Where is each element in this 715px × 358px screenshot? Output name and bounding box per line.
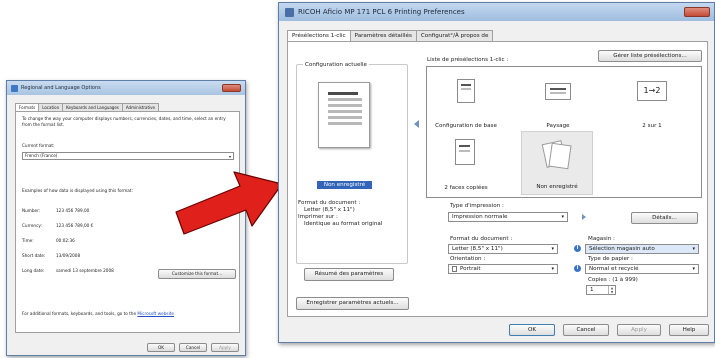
example-label: Time: xyxy=(22,238,34,243)
info-icon: i xyxy=(574,265,581,272)
additional-formats-note: For additional formats, keyboards, and t… xyxy=(22,311,236,317)
stepper-arrows-icon[interactable]: ▲ ▼ xyxy=(608,286,615,294)
play-arrow-icon xyxy=(582,214,586,220)
document-preview xyxy=(318,82,370,148)
current-format-select[interactable]: French (France) ▾ xyxy=(22,152,234,160)
document-format-value: Letter (8,5" x 11") xyxy=(452,246,503,252)
help-button[interactable]: Help xyxy=(669,324,709,336)
settings-summary-button[interactable]: Résumé des paramètres xyxy=(304,268,394,281)
preset-label: Non enregistré xyxy=(536,184,578,190)
one-click-presets-panel: Gérer liste présélections... Configurati… xyxy=(287,41,708,317)
print-type-value: Impression normale xyxy=(452,214,508,220)
left-window-title: Regional and Language Options xyxy=(21,85,101,91)
preview-line xyxy=(328,122,362,125)
copies-stepper[interactable]: 1 ▲ ▼ xyxy=(586,285,616,295)
right-close-button[interactable] xyxy=(684,7,710,17)
tray-select[interactable]: Sélection magasin auto ▾ xyxy=(585,244,699,254)
preview-line xyxy=(328,116,362,119)
chevron-down-icon: ▾ xyxy=(561,214,564,220)
preset-not-saved[interactable]: Non enregistré xyxy=(521,131,593,195)
globe-icon xyxy=(11,84,18,92)
preset-label: 2 sur 1 xyxy=(642,123,662,129)
tray-value: Sélection magasin auto xyxy=(589,246,655,252)
copies-label: Copies : (1 à 999) xyxy=(588,277,638,283)
orientation-select[interactable]: Portrait ▾ xyxy=(448,264,558,274)
portrait-icon xyxy=(452,266,457,272)
chevron-down-icon: ▾ xyxy=(692,246,695,252)
printer-icon xyxy=(285,7,294,17)
format-description: To change the way your computer displays… xyxy=(22,116,226,127)
chevron-down-icon: ▾ xyxy=(551,246,554,252)
arrow-shape xyxy=(175,171,283,235)
preview-line xyxy=(328,110,362,113)
current-format-value: French (France) xyxy=(25,153,58,158)
manage-presets-button[interactable]: Gérer liste présélections... xyxy=(598,50,702,62)
tray-label: Magasin : xyxy=(588,236,615,242)
details-button[interactable]: Détails... xyxy=(631,212,698,224)
orientation-label: Orientation : xyxy=(450,256,486,262)
chevron-down-icon: ▾ xyxy=(692,266,695,272)
customize-format-button[interactable]: Customize this format... xyxy=(158,269,236,279)
printing-preferences-window: RICOH Aficio MP 171 PCL 6 Printing Prefe… xyxy=(278,2,715,343)
example-value: samedi 13 septembre 2008 xyxy=(56,268,114,273)
paper-type-value: Normal et recyclé xyxy=(589,266,639,272)
summary-line: Identique au format original xyxy=(304,221,383,227)
one-click-presets-list: Configuration de base Paysage 1→2 2 sur … xyxy=(426,66,702,198)
left-title-bar[interactable]: Regional and Language Options xyxy=(7,81,245,95)
left-close-button[interactable] xyxy=(222,84,241,92)
right-title-bar[interactable]: RICOH Aficio MP 171 PCL 6 Printing Prefe… xyxy=(279,3,714,21)
left-ok-button[interactable]: OK xyxy=(147,343,175,352)
current-format-label: Current format: xyxy=(22,143,55,148)
document-icon xyxy=(457,79,475,103)
scroll-left-icon[interactable] xyxy=(414,120,419,128)
example-label: Long date: xyxy=(22,268,45,273)
cancel-button[interactable]: Cancel xyxy=(563,324,609,336)
left-apply-button[interactable]: Apply xyxy=(211,343,239,352)
example-value: 123 456 789,00 xyxy=(56,208,90,213)
example-label: Currency: xyxy=(22,223,42,228)
chevron-down-icon: ▾ xyxy=(551,266,554,272)
example-label: Short date: xyxy=(22,253,46,258)
preset-label: Paysage xyxy=(546,123,570,129)
left-cancel-button[interactable]: Cancel xyxy=(179,343,207,352)
duplex-icon xyxy=(455,139,475,165)
presets-list-label: Liste de présélections 1-clic : xyxy=(427,57,509,63)
preset-label: 2 faces copiées xyxy=(444,185,488,191)
print-type-label: Type d'impression : xyxy=(450,203,504,209)
additional-formats-text: For additional formats, keyboards, and t… xyxy=(22,311,137,316)
red-arrow-icon xyxy=(175,171,283,235)
unsaved-preset-icon xyxy=(548,142,572,170)
document-format-select[interactable]: Letter (8,5" x 11") ▾ xyxy=(448,244,558,254)
orientation-value: Portrait xyxy=(460,266,481,272)
apply-button[interactable]: Apply xyxy=(617,324,661,336)
save-current-settings-button[interactable]: Enregistrer paramètres actuels... xyxy=(296,297,409,310)
examples-label: Examples of how data is displayed using … xyxy=(22,188,133,193)
preview-line xyxy=(328,98,362,101)
preview-line xyxy=(328,92,358,95)
microsoft-website-link[interactable]: Microsoft website xyxy=(137,311,174,316)
copies-value: 1 xyxy=(590,287,594,293)
preset-two-up[interactable]: 1→2 2 sur 1 xyxy=(617,71,687,133)
paper-type-select[interactable]: Normal et recyclé ▾ xyxy=(585,264,699,274)
example-value: 123 456 789,00 € xyxy=(56,223,94,228)
preset-basic-configuration[interactable]: Configuration de base xyxy=(431,71,501,133)
paper-type-label: Type de papier : xyxy=(588,256,633,262)
print-type-select[interactable]: Impression normale ▾ xyxy=(448,212,568,222)
current-config-label: Configuration actuelle xyxy=(303,61,369,69)
landscape-icon xyxy=(545,83,571,100)
info-icon: i xyxy=(574,245,581,252)
preset-label: Configuration de base xyxy=(435,123,497,129)
preset-landscape[interactable]: Paysage xyxy=(523,71,593,133)
not-saved-label: Non enregistré xyxy=(317,181,372,189)
example-value: 13/09/2008 xyxy=(56,253,81,258)
document-format-label: Format du document : xyxy=(450,236,513,242)
chevron-down-icon: ▾ xyxy=(228,154,231,159)
right-window-title: RICOH Aficio MP 171 PCL 6 Printing Prefe… xyxy=(298,8,465,16)
preview-line xyxy=(328,104,362,107)
example-value: 00:02:36 xyxy=(56,238,75,243)
two-up-icon: 1→2 xyxy=(637,81,667,101)
preset-duplex-copies[interactable]: 2 faces copiées xyxy=(431,133,501,195)
example-label: Number: xyxy=(22,208,41,213)
ok-button[interactable]: OK xyxy=(509,324,555,336)
